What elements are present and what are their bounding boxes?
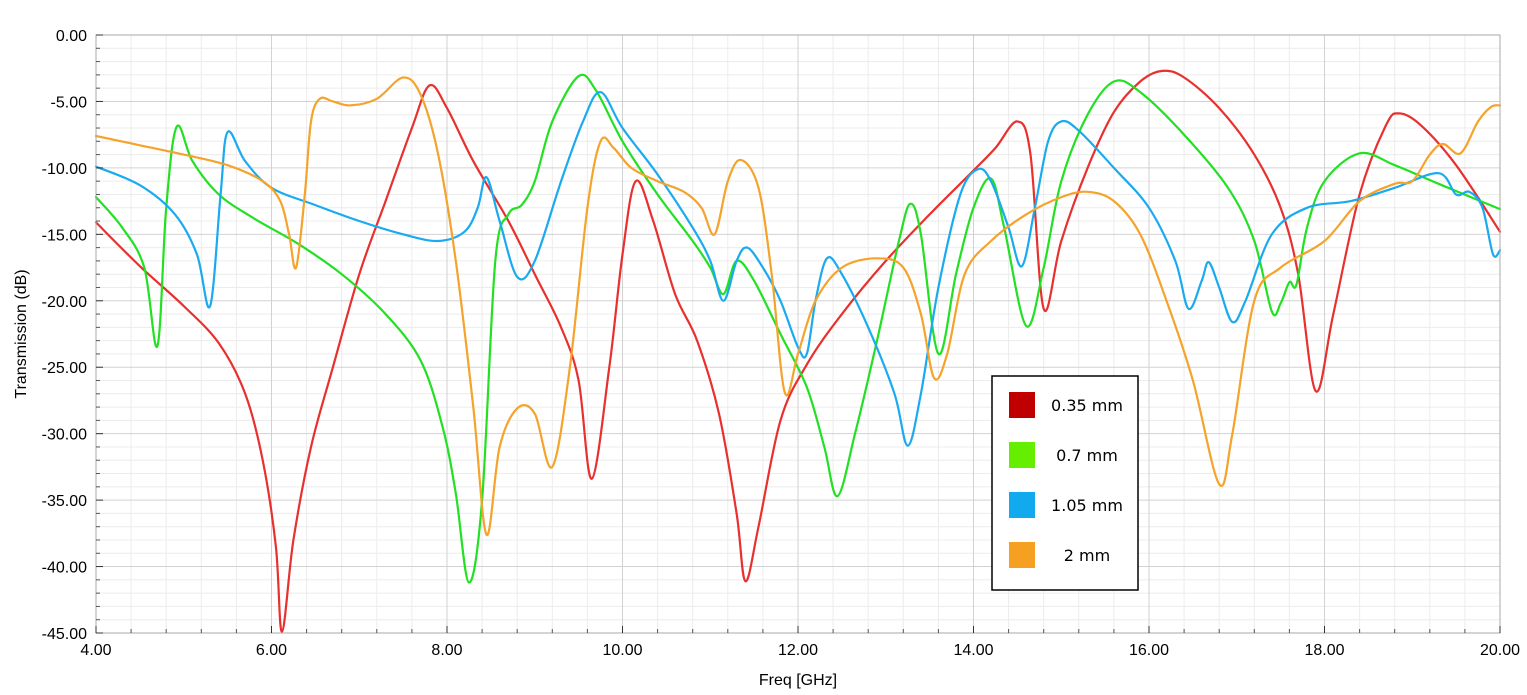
y-tick-label: 0.00 [56,28,87,45]
y-tick-label: -5.00 [51,94,88,111]
legend-swatch-1-05-mm [1009,492,1035,518]
x-axis-title: Freq [GHz] [759,672,837,689]
x-tick-label: 10.00 [602,642,642,659]
legend-swatch-0-7-mm [1009,442,1035,468]
legend-label-2-mm: 2 mm [1064,546,1110,565]
x-tick-label: 16.00 [1129,642,1169,659]
x-tick-label: 4.00 [80,642,111,659]
y-tick-label: -20.00 [42,294,87,311]
x-tick-label: 18.00 [1304,642,1344,659]
x-tick-label: 8.00 [431,642,462,659]
y-tick-label: -10.00 [42,161,87,178]
legend-label-0-35-mm: 0.35 mm [1051,396,1123,415]
y-tick-label: -35.00 [42,493,87,510]
y-axis-ticks: 0.00 -5.00 -10.00 -15.00 -20.00 -25.00 -30.00 -… [42,28,103,643]
y-tick-label: -15.00 [42,227,87,244]
x-tick-label: 20.00 [1480,642,1520,659]
y-tick-label: -30.00 [42,427,87,444]
legend-label-1-05-mm: 1.05 mm [1051,496,1123,515]
y-axis-title: Transmission (dB) [13,269,30,398]
y-tick-label: -45.00 [42,626,87,643]
legend-swatch-0-35-mm [1009,392,1035,418]
legend: 0.35 mm 0.7 mm 1.05 mm 2 mm [991,375,1139,591]
x-tick-label: 12.00 [778,642,818,659]
y-tick-label: -40.00 [42,560,87,577]
legend-label-0-7-mm: 0.7 mm [1056,446,1118,465]
legend-swatch-2-mm [1009,542,1035,568]
x-tick-label: 14.00 [953,642,993,659]
transmission-chart: 4.00 6.00 8.00 10.00 12.00 14.00 16.00 18.00 20.… [13,28,1520,689]
x-axis-ticks: 4.00 6.00 8.00 10.00 12.00 14.00 16.00 18.00 20.… [80,626,1520,659]
y-tick-label: -25.00 [42,360,87,377]
x-tick-label: 6.00 [256,642,287,659]
